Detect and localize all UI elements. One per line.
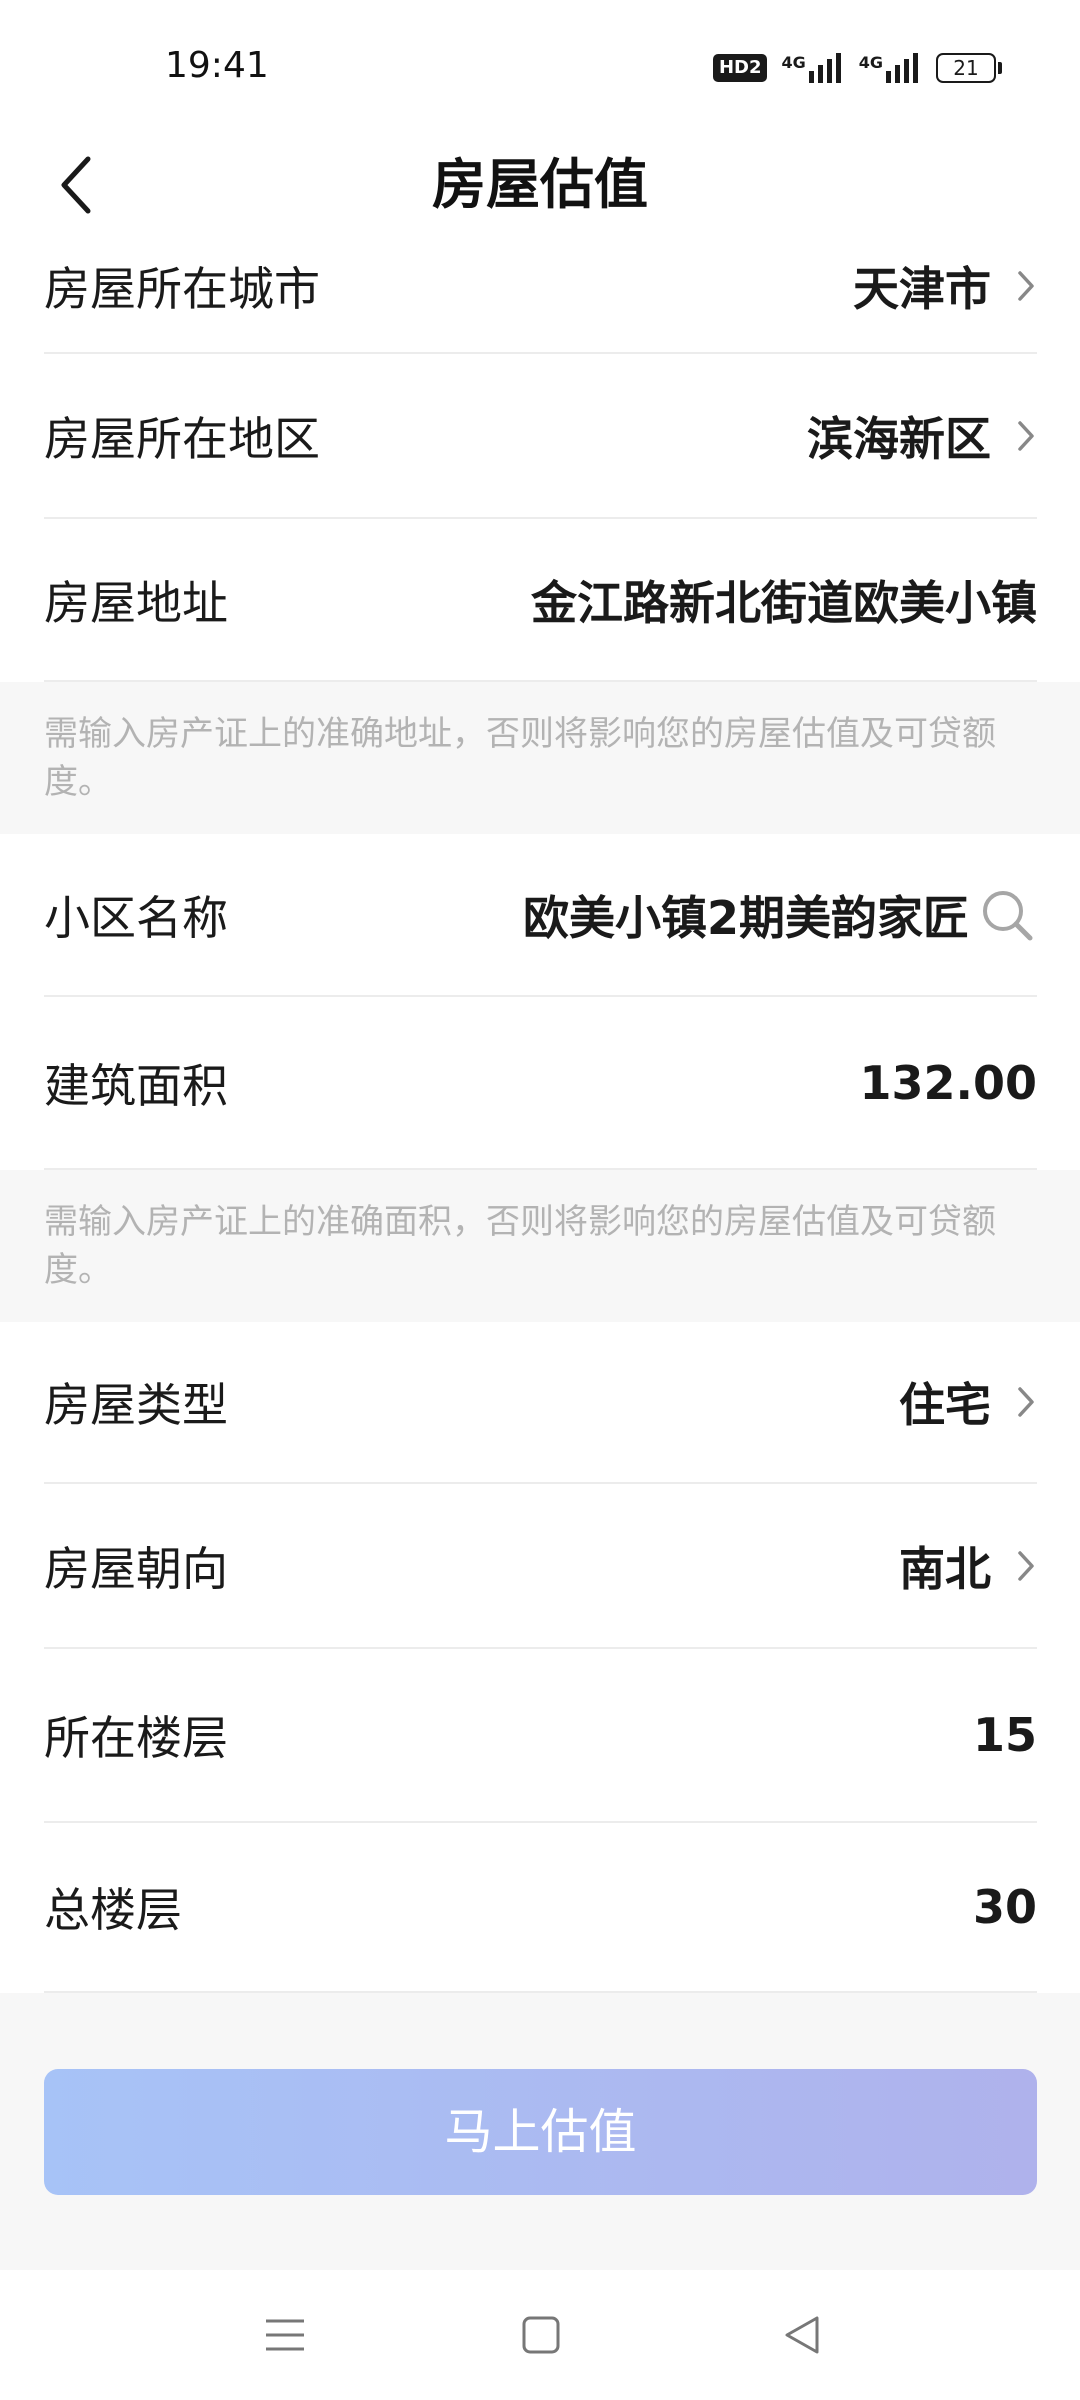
community-label: 小区名称 bbox=[44, 890, 228, 945]
city-row[interactable]: 房屋所在城市 天津市 bbox=[44, 219, 1037, 354]
chevron-right-icon bbox=[1015, 416, 1037, 456]
orientation-label: 房屋朝向 bbox=[44, 1541, 228, 1596]
house-type-value-wrap: 住宅 bbox=[899, 1369, 1037, 1435]
city-label: 房屋所在城市 bbox=[44, 261, 320, 316]
network-type-label: 4G bbox=[781, 53, 806, 72]
community-value[interactable]: 欧美小镇2期美韵家匠 bbox=[523, 882, 969, 948]
total-floors-value[interactable]: 30 bbox=[973, 1880, 1037, 1934]
status-icons: HD2 4G 4G 21 bbox=[712, 48, 1002, 88]
district-label: 房屋所在地区 bbox=[44, 411, 320, 466]
status-bar: 19:41 HD2 4G 4G 21 bbox=[0, 0, 1080, 135]
district-value-wrap: 滨海新区 bbox=[807, 403, 1037, 469]
area-value[interactable]: 132.00 bbox=[859, 1056, 1037, 1110]
status-time: 19:41 bbox=[165, 45, 269, 86]
orientation-row[interactable]: 房屋朝向 南北 bbox=[44, 1484, 1037, 1649]
navigation-bar bbox=[0, 2270, 1080, 2400]
orientation-value: 南北 bbox=[899, 1541, 991, 1596]
search-icon[interactable] bbox=[977, 885, 1037, 945]
district-value: 滨海新区 bbox=[807, 411, 991, 466]
area-note: 需输入房产证上的准确面积，否则将影响您的房屋估值及可贷额度。 bbox=[0, 1170, 1080, 1322]
chevron-right-icon bbox=[1015, 1382, 1037, 1422]
home-square-icon[interactable] bbox=[511, 2305, 571, 2365]
community-row[interactable]: 小区名称 欧美小镇2期美韵家匠 bbox=[44, 834, 1037, 997]
total-floors-label: 总楼层 bbox=[44, 1883, 182, 1937]
address-value[interactable]: 金江路新北街道欧美小镇 bbox=[531, 567, 1037, 633]
submit-valuation-button[interactable]: 马上估值 bbox=[44, 2069, 1037, 2195]
district-row[interactable]: 房屋所在地区 滨海新区 bbox=[44, 354, 1037, 519]
house-type-value: 住宅 bbox=[899, 1378, 991, 1432]
chevron-right-icon bbox=[1015, 1546, 1037, 1586]
battery-level: 21 bbox=[936, 53, 996, 83]
city-value: 天津市 bbox=[853, 261, 991, 316]
floor-value[interactable]: 15 bbox=[973, 1708, 1037, 1762]
network-type-label: 4G bbox=[858, 53, 883, 72]
address-label: 房屋地址 bbox=[44, 575, 228, 630]
orientation-value-wrap: 南北 bbox=[899, 1533, 1037, 1599]
address-row[interactable]: 房屋地址 金江路新北街道欧美小镇 bbox=[44, 519, 1037, 682]
hd-icon: HD2 bbox=[712, 54, 768, 82]
signal-icon: 4G bbox=[781, 53, 844, 83]
battery-icon: 21 bbox=[936, 53, 1002, 83]
area-row[interactable]: 建筑面积 132.00 bbox=[44, 997, 1037, 1170]
floor-label: 所在楼层 bbox=[44, 1711, 228, 1765]
floor-row[interactable]: 所在楼层 15 bbox=[44, 1649, 1037, 1823]
signal-icon: 4G bbox=[859, 53, 922, 83]
area-label: 建筑面积 bbox=[44, 1058, 228, 1113]
back-triangle-icon[interactable] bbox=[771, 2305, 831, 2365]
address-note: 需输入房产证上的准确地址，否则将影响您的房屋估值及可贷额度。 bbox=[0, 682, 1080, 834]
community-value-wrap: 欧美小镇2期美韵家匠 bbox=[523, 882, 1037, 948]
house-type-label: 房屋类型 bbox=[44, 1378, 228, 1432]
total-floors-row[interactable]: 总楼层 30 bbox=[44, 1823, 1037, 1993]
city-value-wrap: 天津市 bbox=[853, 253, 1037, 319]
menu-icon[interactable] bbox=[255, 2305, 315, 2365]
chevron-right-icon bbox=[1015, 266, 1037, 306]
house-type-row[interactable]: 房屋类型 住宅 bbox=[44, 1322, 1037, 1484]
